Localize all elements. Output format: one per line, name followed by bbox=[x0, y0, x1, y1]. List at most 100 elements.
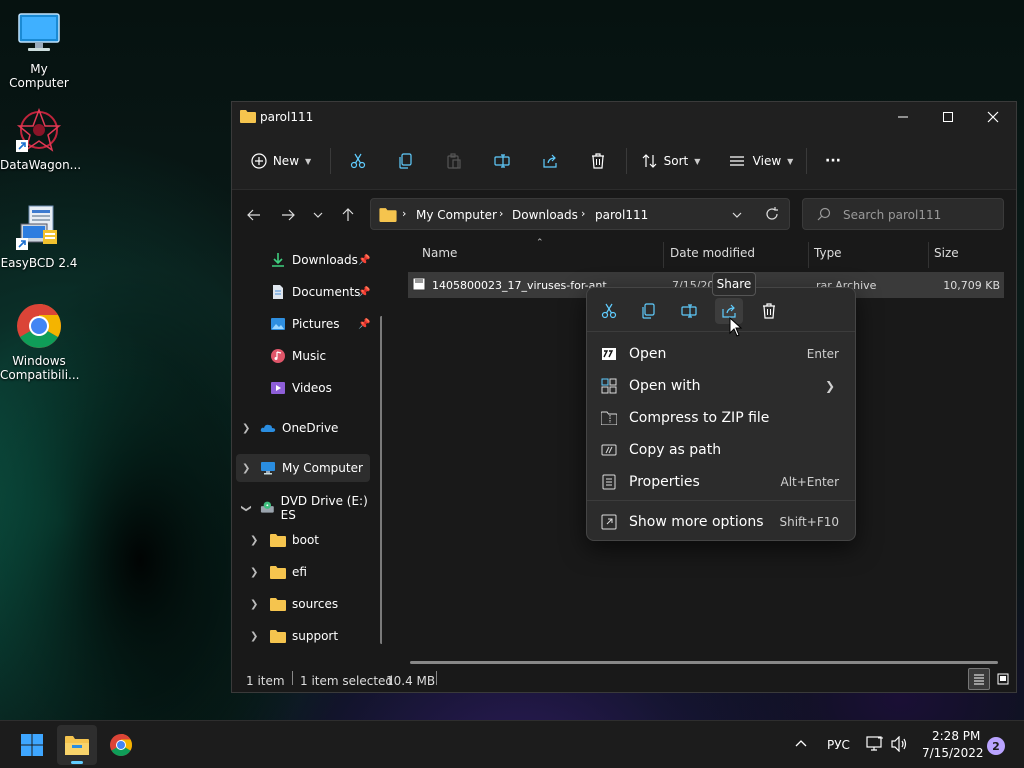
sidebar-item-folder-boot[interactable]: ❯ boot bbox=[232, 526, 378, 554]
copy-button[interactable] bbox=[392, 146, 420, 176]
sort-icon bbox=[642, 154, 657, 168]
chevron-right-icon[interactable]: ❯ bbox=[242, 423, 250, 434]
open-app-icon bbox=[599, 345, 619, 363]
sidebar-item-downloads[interactable]: Downloads 📌 bbox=[232, 246, 378, 274]
refresh-button[interactable] bbox=[765, 207, 779, 224]
pin-icon: 📌 bbox=[358, 254, 371, 266]
breadcrumb-downloads[interactable]: Downloads bbox=[512, 208, 578, 222]
share-button[interactable] bbox=[536, 146, 564, 176]
paste-button[interactable] bbox=[440, 146, 468, 176]
sidebar-scrollbar[interactable] bbox=[380, 316, 382, 644]
breadcrumb-my-computer[interactable]: My Computer bbox=[416, 208, 497, 222]
chevron-down-icon[interactable]: ❯ bbox=[241, 504, 252, 512]
clock-time[interactable]: 2:28 PM bbox=[932, 729, 980, 743]
column-header-size[interactable]: Size bbox=[934, 246, 959, 260]
rename-button[interactable] bbox=[488, 146, 516, 176]
details-view-button[interactable] bbox=[968, 668, 990, 690]
search-box[interactable]: Search parol111 bbox=[802, 198, 1004, 230]
chevron-right-icon[interactable]: ❯ bbox=[250, 631, 258, 642]
ctx-copy-button[interactable] bbox=[635, 298, 663, 324]
close-button[interactable] bbox=[970, 102, 1016, 132]
share-tooltip: Share bbox=[712, 272, 756, 296]
chevron-down-icon bbox=[732, 212, 742, 218]
column-header-date-modified[interactable]: Date modified bbox=[670, 246, 755, 260]
sidebar-item-onedrive[interactable]: ❯ OneDrive bbox=[232, 414, 378, 442]
folder-icon bbox=[240, 109, 256, 126]
sidebar-item-documents[interactable]: Documents 📌 bbox=[232, 278, 378, 306]
chevron-right-icon[interactable]: ❯ bbox=[250, 599, 258, 610]
ctx-delete-button[interactable] bbox=[755, 298, 783, 324]
maximize-button[interactable] bbox=[925, 102, 971, 132]
minimize-button[interactable] bbox=[880, 102, 926, 132]
ctx-menu-open[interactable]: Open Enter bbox=[591, 338, 851, 370]
volume-icon[interactable] bbox=[891, 735, 909, 755]
copy-path-icon bbox=[599, 441, 619, 459]
sort-button[interactable]: Sort ▼ bbox=[638, 146, 704, 176]
network-icon[interactable] bbox=[866, 736, 884, 755]
ctx-cut-button[interactable] bbox=[595, 298, 623, 324]
ctx-menu-compress-zip[interactable]: Compress to ZIP file bbox=[591, 402, 851, 434]
up-button[interactable] bbox=[336, 204, 360, 226]
taskbar-chrome[interactable] bbox=[101, 725, 141, 765]
sidebar-item-label: DVD Drive (E:) ES bbox=[280, 494, 368, 522]
clock-date[interactable]: 7/15/2022 bbox=[922, 746, 984, 760]
new-button[interactable]: New ▼ bbox=[246, 146, 316, 176]
mouse-cursor-icon bbox=[729, 317, 743, 337]
window-title: parol111 bbox=[260, 110, 314, 124]
tiles-view-button[interactable] bbox=[992, 668, 1014, 690]
status-separator bbox=[436, 671, 437, 685]
column-header-type[interactable]: Type bbox=[814, 246, 842, 260]
sidebar-item-folder-support[interactable]: ❯ support bbox=[232, 622, 378, 650]
address-dropdown-button[interactable] bbox=[731, 209, 743, 224]
document-icon bbox=[273, 285, 283, 299]
folder-icon bbox=[270, 534, 286, 547]
sidebar-item-label: Documents bbox=[292, 285, 361, 299]
ctx-menu-copy-as-path[interactable]: Copy as path bbox=[591, 434, 851, 466]
horizontal-scrollbar[interactable] bbox=[410, 661, 998, 664]
ctx-menu-properties[interactable]: Properties Alt+Enter bbox=[591, 466, 851, 498]
view-button[interactable]: View ▼ bbox=[726, 146, 796, 176]
desktop-icon-easybcd[interactable]: EasyBCD 2.4 bbox=[0, 204, 78, 270]
column-header-name[interactable]: Name bbox=[422, 246, 457, 260]
taskbar-file-explorer[interactable] bbox=[57, 725, 97, 765]
sidebar-item-music[interactable]: Music bbox=[232, 342, 378, 370]
sidebar-item-my-computer[interactable]: ❯ My Computer bbox=[236, 454, 370, 482]
column-separator[interactable] bbox=[663, 242, 664, 268]
delete-button[interactable] bbox=[584, 146, 612, 176]
column-separator[interactable] bbox=[808, 242, 809, 268]
desktop-icon-datawagon[interactable]: DataWagon... bbox=[0, 106, 81, 172]
ctx-menu-show-more-options[interactable]: Show more options Shift+F10 bbox=[591, 506, 851, 538]
sidebar-item-pictures[interactable]: Pictures 📌 bbox=[232, 310, 378, 338]
desktop-icon-my-computer[interactable]: My Computer bbox=[0, 10, 78, 90]
desktop-icon-windows-compat[interactable]: Windows Compatibili... bbox=[0, 302, 79, 382]
ctx-rename-button[interactable] bbox=[675, 298, 703, 324]
onedrive-cloud-icon bbox=[260, 424, 276, 432]
sidebar-item-dvd-drive[interactable]: ❯ DVD Drive (E:) ES bbox=[232, 494, 378, 522]
back-button[interactable] bbox=[242, 204, 266, 226]
column-separator[interactable] bbox=[928, 242, 929, 268]
more-options-button[interactable]: ··· bbox=[818, 146, 848, 176]
recent-locations-button[interactable] bbox=[306, 204, 330, 226]
start-button[interactable] bbox=[12, 725, 52, 765]
cut-button[interactable] bbox=[344, 146, 372, 176]
sidebar-item-videos[interactable]: Videos bbox=[232, 374, 378, 402]
forward-button[interactable] bbox=[276, 204, 300, 226]
notification-badge[interactable]: 2 bbox=[987, 737, 1005, 755]
folder-icon bbox=[270, 630, 286, 643]
chevron-right-icon[interactable]: ❯ bbox=[250, 567, 258, 578]
address-bar[interactable]: › My Computer › Downloads › parol111 bbox=[370, 198, 790, 230]
chevron-right-icon[interactable]: ❯ bbox=[242, 463, 250, 474]
sidebar-item-folder-efi[interactable]: ❯ efi bbox=[232, 558, 378, 586]
title-bar[interactable]: parol111 bbox=[232, 102, 1016, 132]
language-indicator[interactable]: РУС bbox=[827, 738, 850, 752]
chevron-down-icon: ▼ bbox=[305, 156, 312, 166]
toolbar-separator bbox=[626, 148, 627, 174]
sidebar-item-folder-sources[interactable]: ❯ sources bbox=[232, 590, 378, 618]
arrow-up-icon bbox=[342, 208, 354, 221]
show-hidden-icons-button[interactable] bbox=[794, 737, 808, 754]
ctx-menu-open-with[interactable]: Open with ❯ bbox=[591, 370, 851, 402]
chevron-right-icon[interactable]: ❯ bbox=[250, 535, 258, 546]
monitor-icon bbox=[15, 10, 63, 58]
breadcrumb-parol111[interactable]: parol111 bbox=[595, 208, 648, 222]
breadcrumb-chevron-icon: › bbox=[499, 207, 504, 220]
